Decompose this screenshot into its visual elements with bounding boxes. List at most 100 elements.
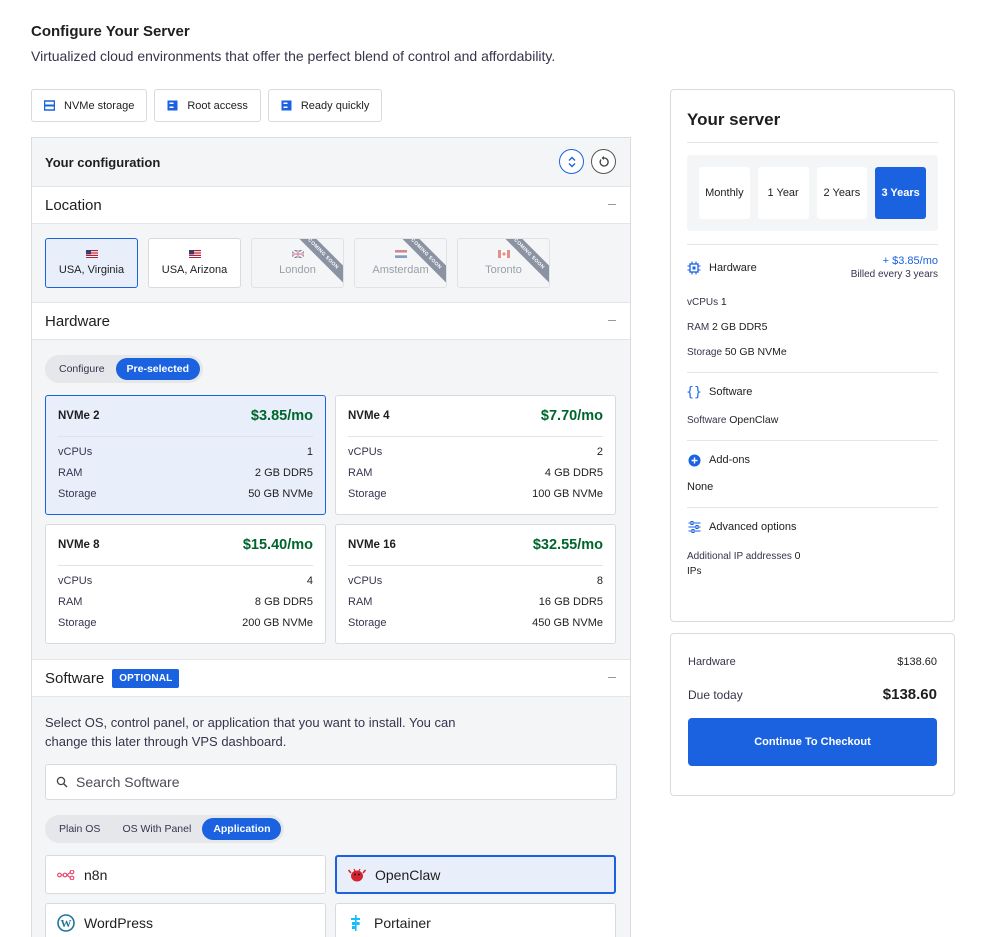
spec-value: 1 — [306, 446, 313, 458]
summary-title: Your server — [687, 110, 938, 143]
openclaw-icon — [347, 865, 367, 885]
summary-hardware-label: Hardware — [709, 261, 757, 274]
period-3-years[interactable]: 3 Years — [875, 167, 926, 219]
reset-button[interactable] — [591, 149, 616, 174]
tab-plain-os[interactable]: Plain OS — [48, 818, 111, 840]
plan-price: $7.70/mo — [540, 408, 603, 424]
spec-label: Storage — [58, 617, 97, 629]
coming-soon-ribbon: COMING SOON — [496, 239, 549, 287]
svg-text:W: W — [61, 918, 72, 930]
server-summary-card: Your server Monthly 1 Year 2 Years 3 Yea… — [670, 89, 955, 622]
ips-unit: IPs — [687, 566, 702, 577]
spec-label: Software — [687, 415, 727, 426]
plan-card-nvme16[interactable]: NVMe 16 $32.55/mo vCPUs 8 RAM 16 GB DDR5 St… — [335, 524, 616, 644]
total-hardware-value: $138.60 — [897, 656, 937, 668]
us-flag-icon — [85, 250, 98, 258]
app-grid: n8n OpenClaw W WordPress Portainer — [32, 855, 630, 937]
due-today-value: $138.60 — [882, 686, 937, 703]
feature-chip-nvme: NVMe storage — [31, 89, 148, 122]
addons-value: None — [687, 481, 714, 493]
feature-chip-label: NVMe storage — [64, 99, 135, 112]
spec-label: vCPUs — [348, 446, 383, 458]
ca-flag-icon — [497, 250, 510, 258]
software-description: Select OS, control panel, or application… — [45, 715, 456, 749]
spec-value: 8 — [596, 575, 603, 587]
app-option-openclaw[interactable]: OpenClaw — [335, 855, 616, 894]
page-title: Configure Your Server — [31, 23, 190, 40]
plan-name: NVMe 4 — [348, 410, 390, 422]
server-icon — [281, 100, 292, 111]
spec-value: 2 GB DDR5 — [712, 321, 768, 333]
plus-circle-icon — [687, 453, 701, 467]
summary-software: {} Software Software OpenClaw — [686, 372, 938, 426]
continue-to-checkout-button[interactable]: Continue To Checkout — [688, 718, 937, 766]
sliders-icon — [687, 520, 701, 534]
tab-os-with-panel[interactable]: OS With Panel — [111, 818, 202, 840]
plan-name: NVMe 8 — [58, 539, 100, 551]
software-label: Software — [45, 669, 105, 687]
spec-label: Storage — [348, 617, 387, 629]
summary-advanced-label: Advanced options — [709, 521, 797, 533]
location-option-arizona[interactable]: USA, Arizona — [148, 238, 241, 288]
location-option-virginia[interactable]: USA, Virginia — [45, 238, 138, 288]
configuration-title: Your configuration — [45, 154, 161, 170]
portainer-icon — [346, 913, 366, 933]
spec-value: 16 GB DDR5 — [538, 596, 603, 608]
tab-application[interactable]: Application — [202, 818, 282, 840]
location-label: Location — [45, 196, 102, 214]
collapse-icon[interactable] — [608, 204, 616, 205]
summary-addons-label: Add-ons — [709, 454, 750, 466]
spec-value: 2 GB DDR5 — [254, 467, 313, 479]
hardware-section-header[interactable]: Hardware — [32, 302, 630, 340]
expand-collapse-button[interactable] — [559, 149, 584, 174]
plan-card-nvme8[interactable]: NVMe 8 $15.40/mo vCPUs 4 RAM 8 GB DDR5 Stor… — [45, 524, 326, 644]
search-input[interactable] — [76, 774, 576, 790]
plan-price: $3.85/mo — [250, 408, 313, 424]
software-section-header[interactable]: Software OPTIONAL — [32, 659, 630, 697]
app-option-portainer[interactable]: Portainer — [335, 903, 616, 937]
summary-billing-note: Billed every 3 years — [850, 269, 938, 280]
order-total-card: Hardware $138.60 Due today $138.60 Conti… — [670, 633, 955, 796]
mode-preselected[interactable]: Pre-selected — [115, 358, 200, 380]
plan-card-nvme2[interactable]: NVMe 2 $3.85/mo vCPUs 1 RAM 2 GB DDR5 Stora… — [45, 395, 326, 515]
app-option-n8n[interactable]: n8n — [45, 855, 326, 894]
hardware-mode-toggle: Configure Pre-selected — [45, 355, 203, 383]
feature-chip-ready: Ready quickly — [267, 89, 383, 122]
spec-label: vCPUs — [687, 297, 719, 308]
plan-card-nvme4[interactable]: NVMe 4 $7.70/mo vCPUs 2 RAM 4 GB DDR5 Stora… — [335, 395, 616, 515]
us-flag-icon — [188, 250, 201, 258]
period-1-year[interactable]: 1 Year — [757, 167, 809, 219]
app-name: n8n — [84, 866, 108, 883]
due-today-label: Due today — [688, 687, 743, 702]
app-option-wordpress[interactable]: W WordPress — [45, 903, 326, 937]
software-search[interactable] — [45, 764, 617, 800]
plan-name: NVMe 2 — [58, 410, 100, 422]
spec-value: 1 — [720, 296, 727, 308]
total-hardware-label: Hardware — [688, 656, 736, 668]
spec-value: 2 — [596, 446, 603, 458]
collapse-icon[interactable] — [608, 320, 616, 321]
collapse-icon[interactable] — [608, 677, 616, 678]
spec-value: 4 — [306, 575, 313, 587]
location-name: USA, Virginia — [58, 264, 125, 276]
mode-configure[interactable]: Configure — [48, 358, 116, 380]
configuration-panel: Your configuration Location USA, Virgini… — [31, 137, 631, 937]
sort-arrows-icon — [568, 156, 575, 167]
app-name: OpenClaw — [375, 866, 441, 883]
app-name: Portainer — [374, 914, 431, 931]
plan-price: $15.40/mo — [242, 537, 313, 553]
spec-label: vCPUs — [58, 446, 93, 458]
server-icon — [167, 100, 178, 111]
location-option-amsterdam: COMING SOON Amsterdam — [354, 238, 447, 288]
summary-advanced: Advanced options Additional IP addresses… — [687, 507, 938, 577]
period-2-years[interactable]: 2 Years — [816, 167, 868, 219]
braces-icon: {} — [686, 384, 702, 400]
billing-period-selector: Monthly 1 Year 2 Years 3 Years — [687, 155, 938, 231]
location-list: USA, Virginia USA, Arizona COMING SOON L… — [32, 224, 630, 302]
location-name: London — [279, 264, 316, 276]
coming-soon-ribbon: COMING SOON — [290, 239, 343, 287]
location-section-header[interactable]: Location — [32, 186, 630, 224]
spec-label: RAM — [348, 467, 373, 479]
period-monthly[interactable]: Monthly — [699, 167, 750, 219]
feature-chip-label: Ready quickly — [300, 99, 370, 112]
